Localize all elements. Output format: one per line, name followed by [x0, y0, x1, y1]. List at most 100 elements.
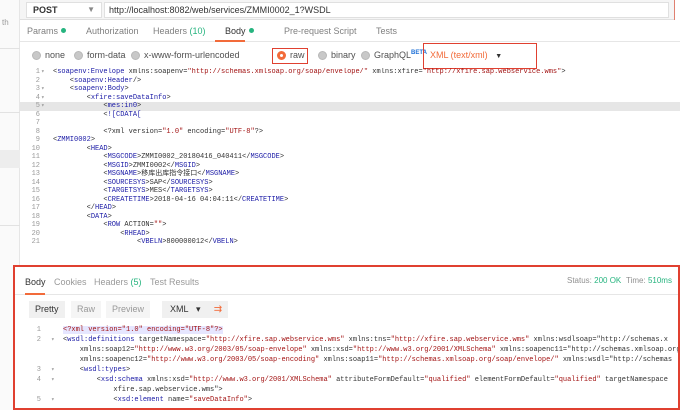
code-text: <soapenv:Header/>: [53, 76, 142, 85]
editor-line: 5 ▾ <mes:in0>: [20, 102, 680, 111]
tab-tests[interactable]: Tests: [376, 26, 397, 36]
fold-toggle-icon[interactable]: ▾: [41, 68, 45, 77]
code-text: <xfire:saveDataInfo>: [53, 93, 171, 102]
editor-line: 2 <soapenv:Header/>: [20, 77, 680, 86]
radio-binary-label: binary: [331, 50, 356, 60]
resp-tab-test-results[interactable]: Test Results: [150, 277, 199, 287]
response-line: 4 ▾ <xsd:schema xmlns:xsd="http://www.w3.…: [15, 375, 678, 385]
editor-line: 14 <SOURCESYS>SAP</SOURCESYS>: [20, 179, 680, 188]
line-number: 10: [31, 144, 40, 153]
radio-none[interactable]: [32, 51, 41, 60]
send-button-edge[interactable]: [674, 0, 680, 20]
sidebar-selected-item[interactable]: [0, 150, 20, 168]
content-type-select[interactable]: XML (text/xml) ▼: [430, 50, 502, 60]
resp-tab-cookies[interactable]: Cookies: [54, 277, 87, 287]
fold-toggle-icon[interactable]: ▾: [41, 94, 45, 103]
tab-body[interactable]: Body: [225, 26, 254, 36]
editor-line: 7: [20, 119, 680, 128]
wrap-lines-icon[interactable]: ⇉: [208, 301, 228, 318]
editor-line: 19 <ROW ACTION="">: [20, 221, 680, 230]
chevron-down-icon: ▼: [495, 53, 503, 60]
editor-line: 8 <?xml version="1.0" encoding="UTF-8"?>: [20, 128, 680, 137]
editor-line: 18 <DATA>: [20, 213, 680, 222]
line-number: 15: [31, 187, 40, 195]
code-text: <![CDATA[: [53, 110, 142, 119]
line-number: 19: [31, 221, 40, 229]
radio-form-data[interactable]: [74, 51, 83, 60]
code-text: <MSGID>ZMMI0002</MSGID>: [53, 161, 201, 170]
code-text: <MSGNAME>移库出库指令接口</MSGNAME>: [53, 170, 240, 178]
editor-line: 15 <TARGETSYS>MES</TARGETSYS>: [20, 187, 680, 196]
radio-urlencoded-label: x-www-form-urlencoded: [144, 50, 240, 60]
code-text: <wsdl:definitions targetNamespace="http:…: [63, 336, 668, 344]
fold-toggle-icon[interactable]: ▾: [51, 335, 55, 345]
response-line: 3 ▾ <wsdl:types>: [15, 365, 678, 375]
body-dot-icon: [248, 28, 254, 33]
line-number: 14: [31, 178, 40, 187]
request-body-editor[interactable]: 1 ▾ <soapenv:Envelope xmlns:soapenv="http:…: [20, 68, 680, 263]
tab-headers[interactable]: Headers (10): [153, 26, 206, 36]
radio-binary[interactable]: [318, 51, 327, 60]
raw-annotation-box: [272, 48, 308, 64]
fold-toggle-icon[interactable]: ▾: [51, 375, 55, 385]
radio-urlencoded[interactable]: [131, 51, 140, 60]
code-text: <wsdl:types>: [63, 366, 131, 374]
resp-tab-headers[interactable]: Headers (5): [94, 277, 142, 287]
line-number: 8: [35, 127, 40, 136]
line-number: 7: [35, 119, 40, 127]
code-text: <?xml version="1.0" encoding="UTF-8"?>: [63, 326, 223, 334]
code-text: <soapenv:Envelope xmlns:soapenv="http://…: [53, 68, 566, 76]
status-value: 200 OK: [594, 276, 622, 285]
radio-graphql-label: GraphQLBETA: [374, 50, 427, 60]
response-format-select[interactable]: XML ▾: [162, 301, 209, 318]
line-number: 16: [31, 195, 40, 204]
line-number: 5: [36, 396, 41, 404]
line-number: 5: [35, 102, 40, 110]
method-select[interactable]: POST ▼: [26, 2, 102, 18]
view-raw-button[interactable]: Raw: [71, 301, 102, 318]
radio-graphql[interactable]: [361, 51, 370, 60]
code-text: <xsd:schema xmlns:xsd="http://www.w3.org…: [63, 376, 668, 384]
code-text: <?xml version="1.0" encoding="UTF-8"?>: [53, 127, 264, 136]
tab-prerequest-script[interactable]: Pre-request Script: [284, 26, 357, 36]
editor-line: 16 <CREATETIME>2018-04-16 04:04:11</CREA…: [20, 196, 680, 205]
line-number: 13: [31, 170, 40, 178]
tab-authorization[interactable]: Authorization: [86, 26, 139, 36]
headers-count: (10): [189, 26, 206, 36]
code-text: <ROW ACTION="">: [53, 221, 167, 229]
code-text: <TARGETSYS>MES</TARGETSYS>: [53, 187, 213, 195]
fold-toggle-icon[interactable]: ▾: [41, 102, 45, 111]
line-number: 21: [31, 238, 40, 246]
response-time: Time: 510ms: [626, 276, 672, 285]
body-type-row: none form-data x-www-form-urlencoded raw…: [20, 42, 680, 69]
response-status: Status: 200 OK: [567, 276, 622, 285]
editor-line: 21 <VBELN>800000012</VBELN>: [20, 238, 680, 247]
editor-line: 10 <HEAD>: [20, 145, 680, 154]
radio-none-label: none: [45, 50, 66, 60]
request-url-bar: POST ▼ http://localhost:8082/web/service…: [20, 0, 680, 20]
fold-toggle-icon[interactable]: ▾: [51, 365, 55, 375]
line-number: 12: [31, 161, 40, 170]
code-text: xfire.sap.webservice.wms">: [63, 386, 223, 394]
url-input[interactable]: http://localhost:8082/web/services/ZMMI0…: [104, 2, 669, 18]
sidebar-divider: [0, 225, 20, 226]
code-text: <ZMMI0002>: [53, 136, 96, 144]
view-preview-button[interactable]: Preview: [106, 301, 151, 318]
response-line: xfire.sap.webservice.wms">: [15, 385, 678, 395]
fold-toggle-icon[interactable]: ▾: [41, 85, 45, 94]
radio-form-data-label: form-data: [87, 50, 126, 60]
code-text: <mes:in0>: [53, 102, 142, 110]
fold-toggle-icon[interactable]: ▾: [51, 395, 55, 405]
line-number: 3: [36, 366, 41, 374]
code-text: <DATA>: [53, 212, 112, 221]
editor-line: 9 <ZMMI0002>: [20, 136, 680, 145]
tab-params[interactable]: Params: [27, 26, 67, 36]
response-body-viewer[interactable]: 1 <?xml version="1.0" encoding="UTF-8"?> 2…: [15, 325, 678, 410]
view-pretty-button[interactable]: Pretty: [29, 301, 65, 318]
resp-tab-body[interactable]: Body: [25, 277, 46, 287]
response-view-toolbar: Pretty Raw Preview XML ▾ ⇉: [15, 295, 678, 323]
request-tabs: Params Authorization Headers (10) Body P…: [20, 22, 680, 42]
sidebar-divider: [0, 112, 20, 113]
chevron-down-icon: ▼: [87, 5, 95, 14]
time-value: 510ms: [647, 276, 672, 285]
